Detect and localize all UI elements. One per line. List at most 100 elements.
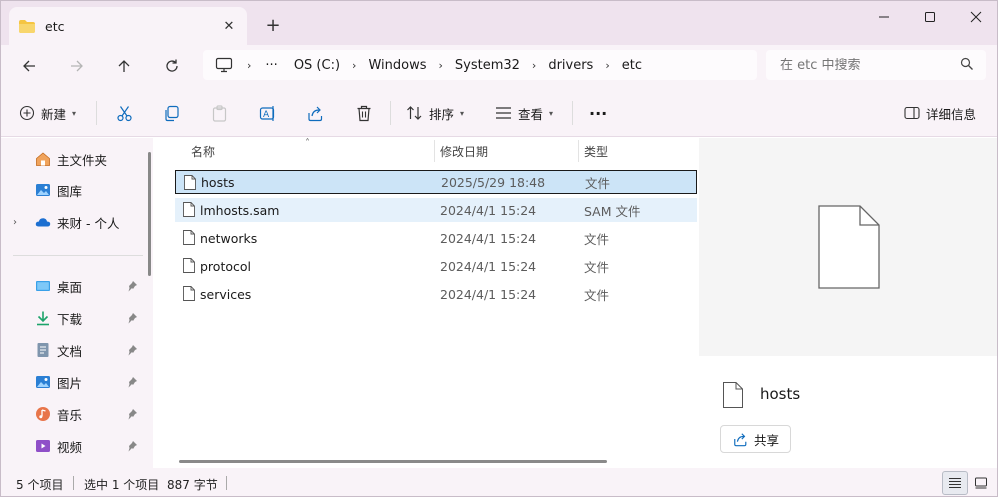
sidebar-item-home[interactable]: 主文件夹 xyxy=(1,145,145,173)
rename-icon: A xyxy=(259,105,275,121)
pin-icon[interactable] xyxy=(126,408,138,420)
share-icon xyxy=(734,432,747,446)
address-more-button[interactable]: ··· xyxy=(265,58,277,73)
chevron-right-icon: › xyxy=(531,58,537,72)
sidebar-item-pictures[interactable]: 图片 xyxy=(1,368,145,396)
column-divider[interactable] xyxy=(434,140,435,162)
pin-icon[interactable] xyxy=(126,312,138,324)
sidebar-item-music[interactable]: 音乐 xyxy=(1,400,145,428)
back-button[interactable] xyxy=(12,50,46,82)
share-button[interactable]: 共享 xyxy=(720,425,791,453)
tab-title: etc xyxy=(45,18,65,34)
tiles-view-button[interactable] xyxy=(968,471,994,495)
chevron-right-icon: › xyxy=(247,58,252,72)
details-pane-button[interactable]: 详细信息 xyxy=(904,97,976,129)
plus-circle-icon xyxy=(19,105,35,121)
breadcrumb-system32[interactable]: System32 xyxy=(455,58,520,73)
paste-button[interactable] xyxy=(211,97,228,129)
preview-area xyxy=(699,138,997,356)
horizontal-scrollbar[interactable] xyxy=(179,460,607,463)
sidebar-item-videos[interactable]: 视频 xyxy=(1,432,145,460)
details-pane-icon xyxy=(904,106,920,120)
sort-button[interactable]: 排序 ▾ xyxy=(406,97,464,129)
view-button[interactable]: 查看 ▾ xyxy=(495,97,553,129)
column-header-date[interactable]: 修改日期 xyxy=(440,138,488,164)
file-icon xyxy=(184,175,196,190)
command-bar: 新建 ▾ A 排序 ▾ 查看 ▾ ··· 详细信息 xyxy=(1,87,997,137)
delete-button[interactable] xyxy=(356,97,372,129)
file-date: 2025/5/29 18:48 xyxy=(441,174,546,190)
pin-icon[interactable] xyxy=(126,280,138,292)
sidebar-item-onedrive[interactable]: › 来财 - 个人 xyxy=(1,208,145,236)
file-list: 名称 ˄ 修改日期 类型 hosts 2025/5/29 18:48 文件 lm… xyxy=(161,138,697,468)
breadcrumb-drivers[interactable]: drivers xyxy=(548,58,593,73)
details-view-button[interactable] xyxy=(942,471,968,495)
file-name: services xyxy=(200,286,252,302)
file-icon xyxy=(183,202,195,217)
chevron-down-icon: ▾ xyxy=(549,108,554,118)
file-name: protocol xyxy=(200,258,251,274)
sidebar-item-downloads[interactable]: 下载 xyxy=(1,304,145,332)
scissors-icon xyxy=(117,105,132,121)
forward-button[interactable] xyxy=(60,50,94,82)
toolbar-divider xyxy=(390,101,391,125)
share-toolbar-button[interactable] xyxy=(307,97,324,129)
new-button[interactable]: 新建 ▾ xyxy=(19,97,76,129)
new-tab-button[interactable]: + xyxy=(259,11,287,39)
breadcrumb-os-c[interactable]: OS (C:) xyxy=(294,58,340,73)
cut-button[interactable] xyxy=(116,97,133,129)
breadcrumb-windows[interactable]: Windows xyxy=(368,58,426,73)
sidebar-item-documents[interactable]: 文档 xyxy=(1,336,145,364)
refresh-button[interactable] xyxy=(155,50,189,82)
arrow-left-icon xyxy=(23,60,35,72)
tab-etc[interactable]: etc ✕ xyxy=(9,7,247,45)
sidebar-item-label: 图片 xyxy=(57,375,83,391)
address-bar[interactable]: › ··· OS (C:) › Windows › System32 › dri… xyxy=(203,50,757,80)
arrow-right-icon xyxy=(71,60,83,72)
see-more-button[interactable]: ··· xyxy=(589,97,607,129)
sidebar-item-desktop[interactable]: 桌面 xyxy=(1,272,145,300)
column-header-type[interactable]: 类型 xyxy=(584,138,608,164)
file-row-lmhosts[interactable]: lmhosts.sam 2024/4/1 15:24 SAM 文件 xyxy=(175,198,697,222)
trash-icon xyxy=(357,105,371,121)
rename-button[interactable]: A xyxy=(259,97,277,129)
sidebar-item-gallery[interactable]: 图库 xyxy=(1,176,145,204)
file-date: 2024/4/1 15:24 xyxy=(440,230,537,246)
file-name: hosts xyxy=(201,174,235,190)
search-input[interactable] xyxy=(780,57,950,73)
toolbar-divider xyxy=(572,101,573,125)
column-header-name[interactable]: 名称 xyxy=(191,138,215,164)
file-type: SAM 文件 xyxy=(584,203,641,219)
close-tab-button[interactable]: ✕ xyxy=(215,12,243,40)
sidebar-scrollbar[interactable] xyxy=(148,152,151,276)
minimize-button[interactable] xyxy=(861,1,907,33)
file-row-services[interactable]: services 2024/4/1 15:24 文件 xyxy=(175,282,697,306)
file-type: 文件 xyxy=(585,175,611,191)
document-icon xyxy=(35,342,51,358)
sidebar-divider xyxy=(13,255,143,256)
breadcrumb-etc[interactable]: etc xyxy=(622,58,642,73)
status-size: 887 字节 xyxy=(167,478,218,492)
status-selection: 选中 1 个项目 xyxy=(84,478,160,492)
file-date: 2024/4/1 15:24 xyxy=(440,286,537,302)
file-name: lmhosts.sam xyxy=(200,202,280,218)
close-window-button[interactable] xyxy=(953,1,997,33)
pin-icon[interactable] xyxy=(126,344,138,356)
file-row-networks[interactable]: networks 2024/4/1 15:24 文件 xyxy=(175,226,697,250)
file-date: 2024/4/1 15:24 xyxy=(440,202,537,218)
refresh-icon xyxy=(166,59,178,72)
up-button[interactable] xyxy=(107,50,141,82)
copy-button[interactable] xyxy=(163,97,180,129)
pin-icon[interactable] xyxy=(126,440,138,452)
gallery-icon xyxy=(35,182,51,198)
file-row-hosts[interactable]: hosts 2025/5/29 18:48 文件 xyxy=(175,170,697,194)
minimize-icon xyxy=(879,16,889,18)
column-divider[interactable] xyxy=(578,140,579,162)
maximize-button[interactable] xyxy=(907,1,953,33)
file-row-protocol[interactable]: protocol 2024/4/1 15:24 文件 xyxy=(175,254,697,278)
search-box[interactable] xyxy=(766,50,986,80)
maximize-icon xyxy=(925,12,935,22)
chevron-right-icon[interactable]: › xyxy=(13,217,17,228)
sort-icon xyxy=(407,106,422,120)
pin-icon[interactable] xyxy=(126,376,138,388)
